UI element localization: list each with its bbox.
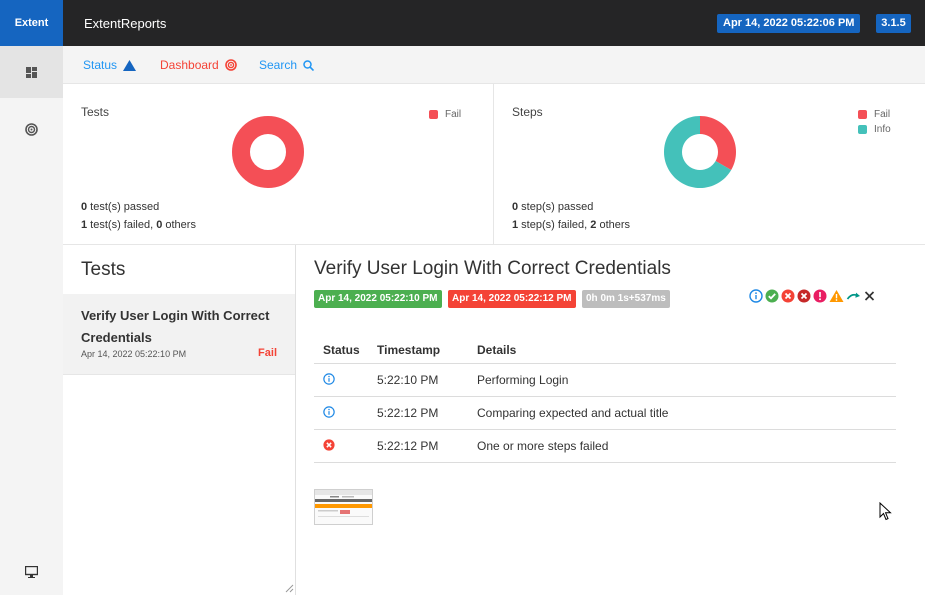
log-row: 5:22:12 PM Comparing expected and actual… [314,396,896,430]
legend-swatch [858,125,867,134]
steps-failed-stat: 1 step(s) failed, 2 others [512,219,630,231]
warning-icon[interactable] [829,289,844,303]
steps-passed-label: step(s) passed [518,201,594,213]
screenshot-preview-image [315,490,372,524]
view-nav: Status Dashboard Search [63,46,925,84]
log-status-cell [314,363,368,397]
resize-grip-icon[interactable] [285,584,294,593]
tests-failed-label: test(s) failed, [87,219,157,231]
test-item-time: Apr 14, 2022 05:22:10 PM [81,349,187,359]
log-status-cell [314,396,368,430]
warning-triangle-icon [123,59,137,71]
search-icon [303,59,315,71]
legend-item[interactable]: Info [858,124,891,135]
log-details: Comparing expected and actual title [468,396,896,430]
log-table: Status Timestamp Details 5:22:10 PM Perf… [314,337,896,463]
rail-environment-view[interactable] [0,546,63,598]
info-icon [323,405,335,418]
tests-donut-chart [232,116,304,188]
steps-others-label: others [596,219,631,231]
end-time-badge: Apr 14, 2022 05:22:12 PM [448,290,576,308]
pass-icon[interactable] [765,289,779,303]
info-icon[interactable] [749,289,763,303]
report-name: ExtentReports [84,16,167,31]
log-timestamp: 5:22:12 PM [368,396,468,430]
donut-slice-fail[interactable] [232,116,304,188]
test-item-status: Fail [258,347,277,359]
target-icon [25,122,38,136]
side-rail [0,46,64,595]
dashboard-toggle-label: Dashboard [160,58,219,72]
monitor-icon [25,566,38,578]
tests-passed-label: test(s) passed [87,201,160,213]
tests-failed-stat: 1 test(s) failed, 0 others [81,219,196,231]
test-item-name: Verify User Login With Correct Credentia… [81,308,270,345]
fail-icon [323,438,335,451]
legend-swatch [429,110,438,119]
tests-passed-stat: 0 test(s) passed [81,201,159,213]
legend-label: Info [874,124,891,135]
legend-item[interactable]: Fail [429,109,461,120]
legend-label: Fail [874,109,891,120]
log-timestamp: 5:22:10 PM [368,363,468,397]
steps-chart-legend: Fail Info [858,109,891,139]
start-time-badge: Apr 14, 2022 05:22:10 PM [314,290,442,308]
log-details: Performing Login [468,363,896,397]
test-list-item[interactable]: Verify User Login With Correct Credentia… [63,294,295,375]
log-status-cell [314,429,368,463]
info-icon [323,372,335,385]
tests-others-label: others [162,219,196,231]
error-icon[interactable] [813,289,827,303]
steps-failed-label: step(s) failed, [518,219,591,231]
fatal-icon[interactable] [797,289,811,303]
timestamp-column-header: Timestamp [368,337,468,364]
close-icon[interactable] [863,289,876,303]
status-column-header: Status [314,337,368,364]
tests-chart-legend: Fail [429,109,461,124]
log-table-header-row: Status Timestamp Details [314,337,896,364]
steps-summary-card: Steps Fail Info 0 step(s) passed 1 step(s… [494,84,925,245]
mouse-cursor-icon [879,502,892,521]
log-details: One or more steps failed [468,429,896,463]
rail-tests-view[interactable] [0,46,63,98]
tests-card-title: Tests [81,105,110,119]
donut-slice-fail[interactable] [700,116,736,170]
log-status-filters [749,289,876,303]
steps-donut-chart [664,116,736,188]
legend-swatch [858,110,867,119]
dashboard-toggle-link[interactable]: Dashboard [160,58,237,72]
status-filter-link[interactable]: Status [83,58,137,72]
test-detail-panel: Verify User Login With Correct Credentia… [296,245,925,595]
target-icon [224,59,237,71]
legend-label: Fail [445,109,462,120]
log-row: 5:22:12 PM One or more steps failed [314,429,896,463]
brand-logo[interactable]: Extent [0,0,63,46]
dashboard-grid-icon [26,66,37,78]
steps-card-title: Steps [512,105,543,119]
test-list-panel: Tests Verify User Login With Correct Cre… [63,245,296,595]
skip-icon[interactable] [846,289,861,303]
duration-badge: 0h 0m 1s+537ms [582,290,670,308]
steps-passed-stat: 0 step(s) passed [512,201,593,213]
search-label: Search [259,58,298,72]
report-date-badge: Apr 14, 2022 05:22:06 PM [717,14,861,33]
details-column-header: Details [468,337,896,364]
fail-icon[interactable] [781,289,795,303]
test-detail-title: Verify User Login With Correct Credentia… [314,258,671,279]
legend-item[interactable]: Fail [858,109,891,120]
top-bar: Extent ExtentReports Apr 14, 2022 05:22:… [0,0,925,46]
test-list-heading: Tests [81,259,126,280]
tests-summary-card: Tests Fail 0 test(s) passed 1 test(s) fa… [63,84,494,245]
screenshot-thumbnail[interactable] [314,489,373,525]
rail-dashboard-view[interactable] [0,103,63,155]
status-filter-label: Status [83,58,118,72]
log-timestamp: 5:22:12 PM [368,429,468,463]
log-row: 5:22:10 PM Performing Login [314,363,896,397]
version-badge: 3.1.5 [876,14,911,33]
search-link[interactable]: Search [259,58,315,72]
